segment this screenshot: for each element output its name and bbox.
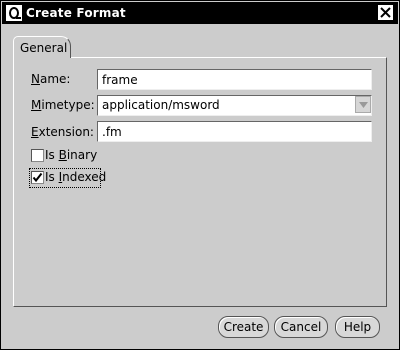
create-button[interactable]: Create [218,316,269,338]
extension-label: Extension: [31,125,94,139]
is-binary-label: Is Binary [45,148,98,162]
help-button[interactable]: Help [335,316,380,338]
create-format-dialog: Create Format General Name: Mimetype: ap… [0,0,400,350]
close-icon[interactable] [378,5,393,20]
mimetype-label: Mimetype: [31,98,95,112]
is-binary-checkbox[interactable] [31,149,44,162]
tab-general[interactable]: General [13,36,71,58]
checkmark-icon [32,172,43,183]
is-indexed-label: Is Indexed [45,170,107,184]
title-bar: Create Format [2,2,398,24]
dialog-title: Create Format [26,6,126,20]
cancel-button[interactable]: Cancel [274,316,328,338]
is-indexed-checkbox[interactable] [31,171,44,184]
name-label: Name: [31,72,71,86]
mimetype-value: application/msword [102,98,220,112]
chevron-down-icon[interactable] [355,96,371,113]
extension-field[interactable] [97,121,372,142]
tab-general-label: General [20,41,68,55]
name-field[interactable] [97,69,372,90]
mimetype-select[interactable]: application/msword [97,95,372,116]
oracle-icon [6,5,22,21]
